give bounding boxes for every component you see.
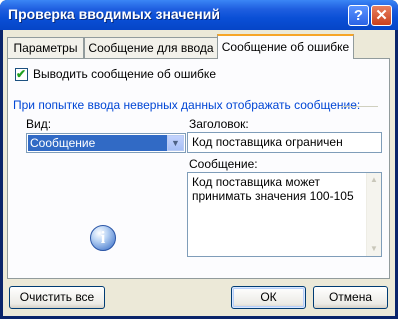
close-icon: ✕ [375,7,388,24]
clear-all-button[interactable]: Очистить все [9,286,105,309]
title-label: Заголовок: [189,117,249,131]
group-label: При попытке ввода неверных данных отобра… [13,98,361,112]
tab-error-alert[interactable]: Сообщение об ошибке [217,34,354,59]
close-button[interactable]: ✕ [371,5,392,26]
message-text: Код поставщика может принимать значения … [192,175,354,203]
dialog-body: Параметры Сообщение для ввода Сообщение … [3,30,395,316]
info-icon: i [90,225,116,251]
cancel-button[interactable]: Отмена [313,286,388,309]
title-bar[interactable]: Проверка вводимых значений ? ✕ [0,0,398,30]
tab-parameters[interactable]: Параметры [7,37,84,58]
style-label: Вид: [26,117,52,131]
ok-button[interactable]: ОК [231,286,306,309]
chevron-down-icon[interactable]: ▼ [167,135,184,151]
message-label: Сообщение: [189,157,258,171]
data-validation-dialog: Проверка вводимых значений ? ✕ Параметры… [0,0,398,319]
group-divider [341,106,378,107]
show-error-checkbox-label[interactable]: Выводить сообщение об ошибке [33,67,216,81]
show-error-checkbox[interactable]: ✔ [15,67,28,81]
help-icon: ? [353,7,364,24]
window-title: Проверка вводимых значений [8,6,220,22]
title-input[interactable]: Код поставщика ограничен [187,132,382,153]
style-select-value: Сообщение [28,135,168,151]
style-select[interactable]: Сообщение ▼ [26,133,186,153]
scroll-up-icon[interactable]: ▲ [367,173,381,187]
message-textarea[interactable]: Код поставщика может принимать значения … [187,172,382,257]
checkmark-icon: ✔ [16,67,27,81]
scroll-down-icon[interactable]: ▼ [367,242,381,256]
message-scrollbar[interactable]: ▲ ▼ [366,173,381,256]
tab-input-message[interactable]: Сообщение для ввода [84,37,218,58]
help-button[interactable]: ? [348,5,369,26]
